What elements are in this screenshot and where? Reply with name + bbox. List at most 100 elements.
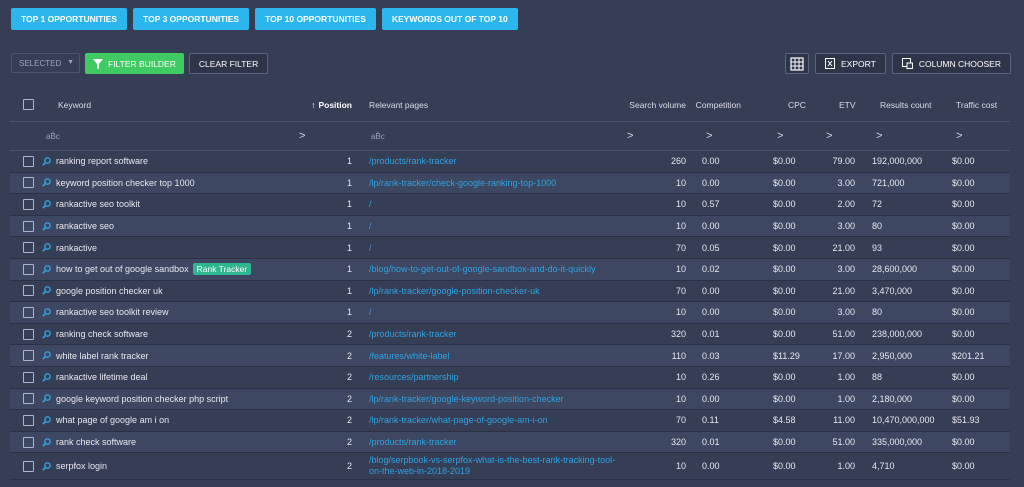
relevant-page-link[interactable]: /: [369, 216, 619, 237]
competition-cell: 0.02: [702, 264, 720, 275]
table-row[interactable]: google position checker uk 1/lp/rank-trac…: [10, 281, 1010, 303]
select-all-checkbox[interactable]: [23, 99, 34, 110]
search-volume-cell: 70: [675, 285, 686, 296]
header-traffic-cost[interactable]: Traffic cost: [956, 88, 997, 121]
table-row[interactable]: rank check software 2/products/rank-track…: [10, 431, 1010, 454]
search-icon[interactable]: [42, 286, 53, 296]
header-search-volume[interactable]: Search volume: [606, 88, 686, 121]
table-row[interactable]: white label rank tracker 2/features/white…: [10, 345, 1010, 367]
search-icon[interactable]: [42, 264, 53, 274]
table-row[interactable]: rankactive lifetime deal 2/resources/part…: [10, 367, 1010, 389]
relevant-page-link[interactable]: /blog/how-to-get-out-of-google-sandbox-a…: [369, 259, 619, 280]
row-checkbox[interactable]: [23, 328, 34, 340]
relevant-page-link[interactable]: /lp/rank-tracker/what-page-of-google-am-…: [369, 410, 619, 431]
row-checkbox[interactable]: [23, 350, 34, 362]
header-relevant-pages[interactable]: Relevant pages: [369, 88, 428, 121]
cpc-filter-operator-icon[interactable]: >: [777, 122, 783, 150]
search-icon[interactable]: [42, 178, 53, 188]
cpc-cell: $0.00: [773, 372, 796, 383]
search-icon[interactable]: [42, 329, 53, 339]
table-row[interactable]: google keyword position checker php scri…: [10, 388, 1010, 411]
row-checkbox[interactable]: [23, 285, 34, 297]
volume-filter-operator-icon[interactable]: >: [627, 122, 633, 150]
relevant-page-link[interactable]: /products/rank-tracker: [369, 324, 619, 345]
row-checkbox[interactable]: [23, 414, 34, 426]
relevant-page-link[interactable]: /features/white-label: [369, 345, 619, 366]
search-icon[interactable]: [42, 461, 53, 471]
table-row[interactable]: ranking check software 2/products/rank-tr…: [10, 324, 1010, 346]
traffic-cost-cell: $0.00: [952, 437, 975, 448]
table-row[interactable]: rankactive seo toolkit review 1 / 10 0.00 $0.…: [10, 302, 1010, 324]
search-icon[interactable]: [42, 351, 53, 360]
keyword-text: google keyword position checker php scri…: [56, 393, 229, 404]
header-competition[interactable]: Competition: [686, 88, 741, 121]
keyword-cell: what page of google am i on: [42, 410, 169, 431]
etv-filter-operator-icon[interactable]: >: [826, 122, 832, 150]
relevant-page-link[interactable]: /products/rank-tracker: [369, 432, 619, 453]
column-chooser-label: COLUMN CHOOSER: [918, 58, 1001, 69]
search-icon[interactable]: [42, 394, 53, 404]
table-row[interactable]: rankactive seo toolkit 1 / 10 0.57 $0.00 2.00 7…: [10, 194, 1010, 216]
relevant-page-link[interactable]: /lp/rank-tracker/google-position-checker…: [369, 281, 619, 302]
table-row[interactable]: ranking report software 1/products/rank-t…: [10, 151, 1010, 173]
relevant-page-link[interactable]: /: [369, 194, 619, 215]
column-chooser-button[interactable]: COLUMN CHOOSER: [891, 53, 1011, 74]
relevant-page-link[interactable]: /: [369, 302, 619, 323]
row-checkbox[interactable]: [23, 306, 34, 318]
table-row[interactable]: what page of google am i on 2/lp/rank-tra…: [10, 410, 1010, 432]
tab-top-1-opportunities[interactable]: TOP 1 OPPORTUNITIES: [11, 8, 128, 30]
grid-layout-button[interactable]: [785, 53, 810, 74]
position-cell: 1: [346, 221, 352, 232]
selected-dropdown[interactable]: SELECTED ▼: [11, 53, 80, 73]
header-position[interactable]: ↑ Position: [308, 88, 352, 121]
table-row[interactable]: rankactive seo 1 / 10 0.00 $0.00 3.00 80 $0.00: [10, 215, 1010, 238]
header-keyword[interactable]: Keyword: [58, 88, 91, 121]
search-icon[interactable]: [42, 221, 53, 231]
row-checkbox[interactable]: [23, 460, 34, 472]
row-checkbox[interactable]: [23, 155, 34, 167]
search-volume-cell: 10: [675, 393, 686, 404]
row-checkbox[interactable]: [23, 436, 34, 448]
header-cpc[interactable]: CPC: [788, 88, 806, 121]
search-icon[interactable]: [42, 156, 53, 166]
row-checkbox[interactable]: [23, 220, 34, 232]
search-icon[interactable]: [42, 200, 53, 209]
search-icon[interactable]: [42, 308, 53, 317]
rank-tracker-badge[interactable]: Rank Tracker: [192, 263, 252, 276]
header-etv[interactable]: ETV: [839, 88, 856, 121]
row-checkbox[interactable]: [23, 371, 34, 383]
keyword-filter-text-icon[interactable]: aB̈c: [46, 122, 60, 150]
tab-keywords-out-of-top-10[interactable]: KEYWORDS OUT OF TOP 10: [381, 8, 518, 30]
pages-filter-text-icon[interactable]: aB̈c: [371, 122, 385, 150]
relevant-page-link[interactable]: /lp/rank-tracker/check-google-ranking-to…: [369, 173, 619, 194]
relevant-page-link[interactable]: /lp/rank-tracker/google-keyword-position…: [369, 389, 619, 410]
relevant-page-link[interactable]: /products/rank-tracker: [369, 151, 619, 172]
table-row[interactable]: keyword position checker top 1000 1/lp/ra…: [10, 172, 1010, 195]
header-results-count[interactable]: Results count: [880, 88, 932, 121]
search-icon[interactable]: [42, 416, 53, 425]
keyword-filter-operator-icon[interactable]: >: [299, 122, 305, 150]
relevant-page-link[interactable]: /resources/partnership: [369, 367, 619, 388]
search-icon[interactable]: [42, 437, 53, 447]
row-checkbox[interactable]: [23, 242, 34, 254]
tab-top-10-opportunities[interactable]: TOP 10 OPPORTUNITIES: [255, 8, 376, 30]
row-checkbox[interactable]: [23, 393, 34, 405]
row-checkbox[interactable]: [23, 263, 34, 275]
competition-filter-operator-icon[interactable]: >: [706, 122, 712, 150]
row-checkbox[interactable]: [23, 198, 34, 210]
position-cell: 1: [346, 177, 352, 188]
cost-filter-operator-icon[interactable]: >: [956, 122, 962, 150]
search-icon[interactable]: [42, 372, 53, 382]
clear-filter-button[interactable]: CLEAR FILTER: [188, 53, 269, 74]
table-row[interactable]: serpfox login 2/blog/serpbook-vs-serpfox-…: [10, 453, 1010, 481]
filter-builder-button[interactable]: FILTER BUILDER: [85, 53, 184, 74]
table-row[interactable]: rankactive 1 / 70 0.05 $0.00 21.00 93 $0.00: [10, 237, 1010, 259]
row-checkbox[interactable]: [23, 177, 34, 189]
search-icon[interactable]: [42, 243, 53, 252]
relevant-page-link[interactable]: /: [369, 237, 619, 258]
tab-top-3-opportunities[interactable]: TOP 3 OPPORTUNITIES: [133, 8, 250, 30]
relevant-page-link[interactable]: /blog/serpbook-vs-serpfox-what-is-the-be…: [369, 453, 619, 479]
export-button[interactable]: EXPORT: [815, 53, 886, 74]
results-filter-operator-icon[interactable]: >: [876, 122, 882, 150]
table-row[interactable]: how to get out of google sandbox Rank Tra…: [10, 258, 1010, 281]
